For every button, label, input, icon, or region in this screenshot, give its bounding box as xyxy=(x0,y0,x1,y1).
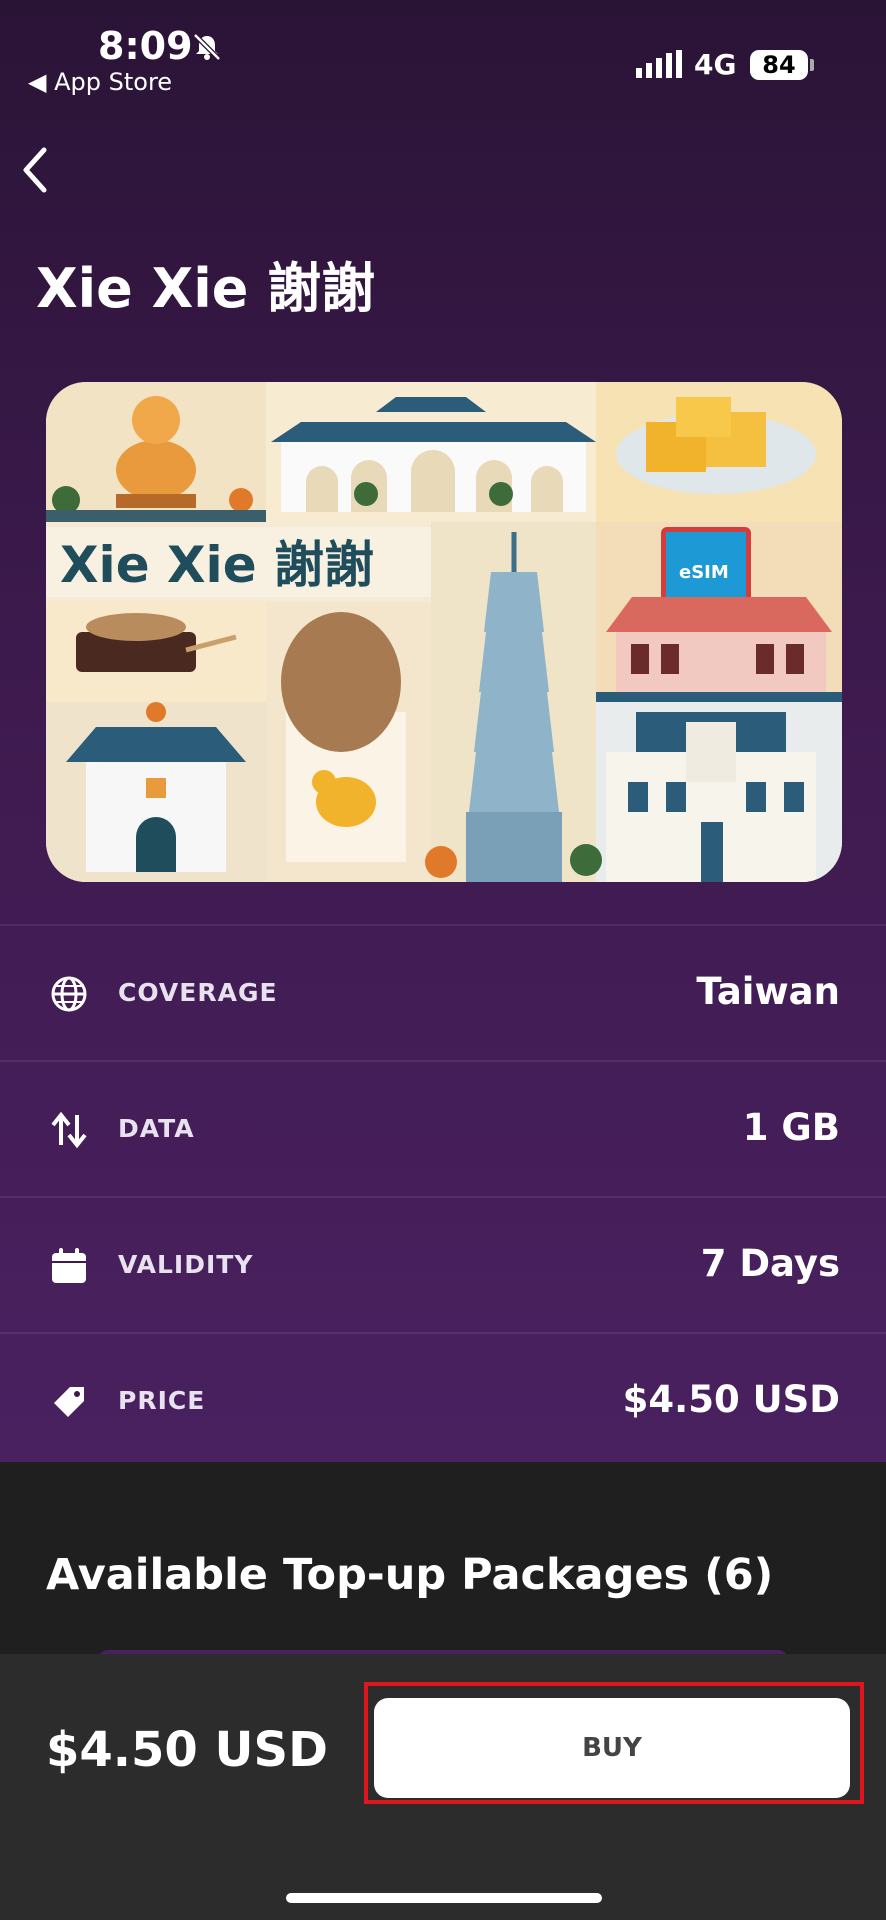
esim-chip-label: eSIM xyxy=(679,562,729,583)
plan-details-list: COVERAGE Taiwan DATA 1 GB VALIDITY 7 Day… xyxy=(0,924,886,1470)
price-value: $4.50 USD xyxy=(622,1378,840,1421)
data-value: 1 GB xyxy=(742,1106,840,1149)
coverage-value: Taiwan xyxy=(696,970,840,1013)
detail-row-validity: VALIDITY 7 Days xyxy=(0,1196,886,1332)
network-type: 4G xyxy=(694,48,737,81)
price-label: PRICE xyxy=(118,1386,206,1415)
esim-card-image: Xie Xie 謝謝 eSIM xyxy=(46,382,842,882)
validity-label: VALIDITY xyxy=(118,1250,254,1279)
page-title: Xie Xie 謝謝 xyxy=(36,257,376,320)
home-indicator xyxy=(286,1893,602,1903)
detail-row-coverage: COVERAGE Taiwan xyxy=(0,924,886,1060)
card-brand-text: Xie Xie 謝謝 xyxy=(60,536,374,594)
globe-icon xyxy=(51,976,87,1012)
coverage-label: COVERAGE xyxy=(118,978,278,1007)
tag-icon xyxy=(54,1387,84,1417)
footer-price: $4.50 USD xyxy=(46,1722,328,1778)
calendar-icon xyxy=(52,1248,86,1283)
data-label: DATA xyxy=(118,1114,195,1143)
back-chevron-icon[interactable] xyxy=(16,142,56,198)
bell-muted-icon xyxy=(193,33,221,61)
status-bar: 8:09 ◀ App Store 4G 84 xyxy=(0,0,886,110)
battery-tip xyxy=(810,59,814,71)
topup-heading: Available Top-up Packages (6) xyxy=(46,1550,774,1600)
battery-indicator: 84 xyxy=(750,50,808,80)
detail-row-price: PRICE $4.50 USD xyxy=(0,1332,886,1470)
detail-row-data: DATA 1 GB xyxy=(0,1060,886,1196)
buy-button[interactable]: BUY xyxy=(374,1698,850,1798)
signal-icon xyxy=(636,50,682,78)
back-app-label: App Store xyxy=(54,68,173,96)
back-to-app-store[interactable]: ◀ App Store xyxy=(28,68,172,96)
up-down-arrows-icon xyxy=(51,1111,87,1149)
validity-value: 7 Days xyxy=(700,1242,840,1285)
status-time: 8:09 xyxy=(98,24,193,68)
